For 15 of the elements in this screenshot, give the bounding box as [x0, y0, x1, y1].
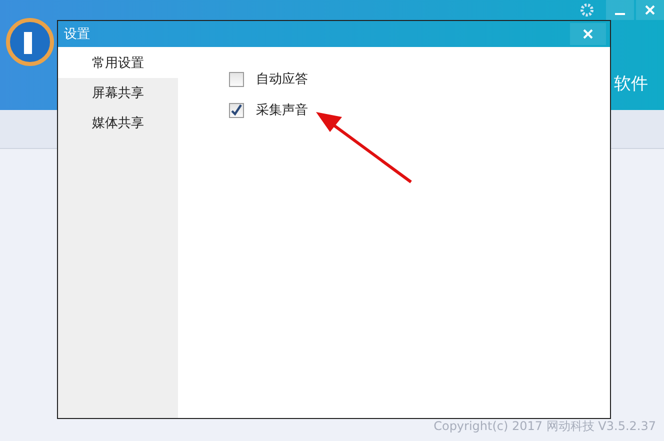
close-icon: [645, 5, 655, 15]
copyright-text: Copyright(c) 2017 网动科技 V3.5.2.37: [434, 418, 656, 435]
close-icon: [583, 29, 593, 39]
dialog-title: 设置: [64, 26, 90, 43]
close-button[interactable]: [570, 23, 606, 45]
close-button[interactable]: [636, 0, 664, 20]
minimize-icon: [615, 12, 625, 14]
checkbox-label: 自动应答: [256, 71, 308, 88]
settings-icon[interactable]: [580, 3, 594, 17]
minimize-button[interactable]: [606, 0, 634, 20]
header-text: 软件: [614, 73, 648, 95]
checkbox[interactable]: [229, 102, 244, 118]
checkbox-label: 采集声音: [256, 102, 308, 119]
sidebar-item[interactable]: 常用设置: [58, 47, 178, 78]
checkbox[interactable]: [229, 72, 244, 86]
